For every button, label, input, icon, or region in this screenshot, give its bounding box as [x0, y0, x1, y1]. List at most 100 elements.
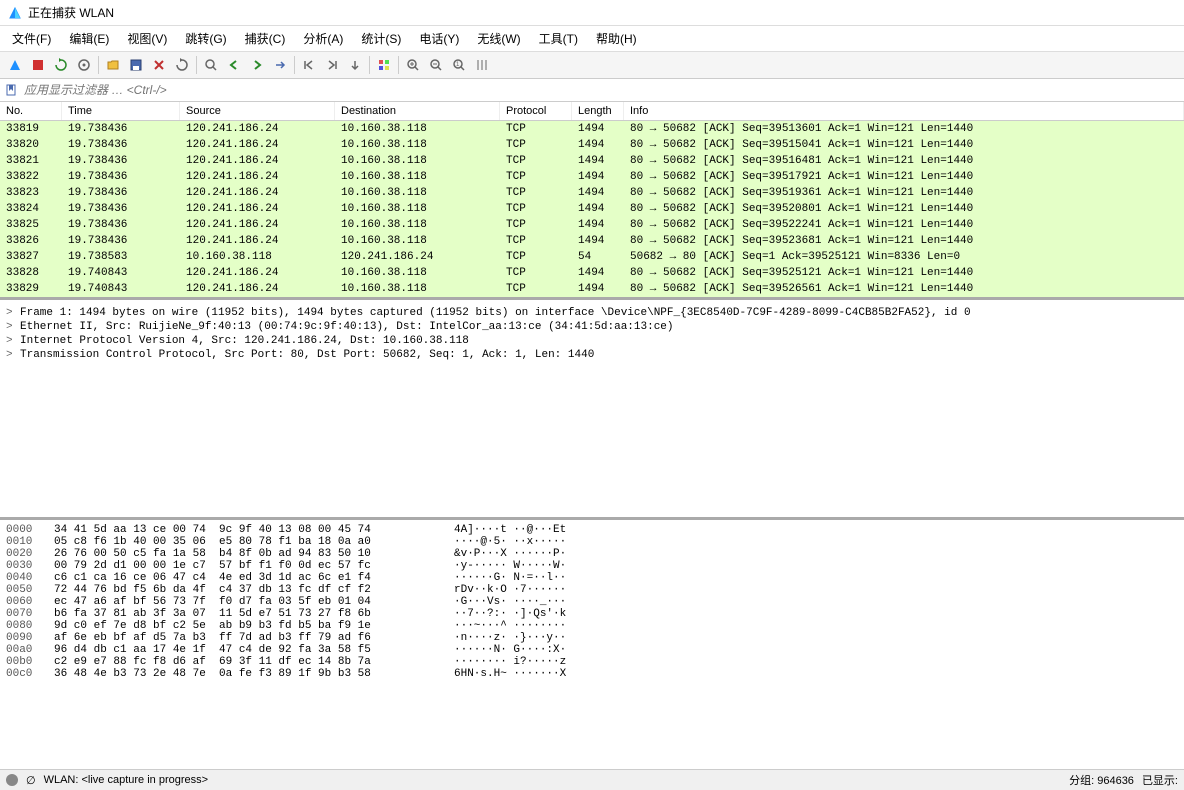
menu-item[interactable]: 无线(W)	[469, 28, 528, 49]
hex-row[interactable]: 000034 41 5d aa 13 ce 00 74 9c 9f 40 13 …	[4, 524, 1180, 536]
expand-icon[interactable]: >	[6, 321, 16, 333]
hex-row[interactable]: 003000 79 2d d1 00 00 1e c7 57 bf f1 f0 …	[4, 560, 1180, 572]
hex-row[interactable]: 00b0c2 e9 e7 88 fc f8 d6 af 69 3f 11 df …	[4, 656, 1180, 668]
menu-item[interactable]: 编辑(E)	[61, 28, 117, 49]
cell-dst: 10.160.38.118	[335, 138, 500, 152]
cell-src: 120.241.186.24	[180, 186, 335, 200]
packet-row[interactable]: 3382919.740843120.241.186.2410.160.38.11…	[0, 281, 1184, 297]
hex-row[interactable]: 00a096 d4 db c1 aa 17 4e 1f 47 c4 de 92 …	[4, 644, 1180, 656]
cell-proto: TCP	[500, 186, 572, 200]
open-file-button[interactable]	[102, 54, 124, 76]
packet-list-body[interactable]: 3381919.738436120.241.186.2410.160.38.11…	[0, 121, 1184, 297]
separator	[398, 56, 399, 74]
menu-item[interactable]: 跳转(G)	[177, 28, 234, 49]
filter-bar	[0, 79, 1184, 102]
col-header-time[interactable]: Time	[62, 102, 180, 120]
auto-scroll-button[interactable]	[344, 54, 366, 76]
status-packets: 分组: 964636	[1069, 772, 1134, 788]
menu-item[interactable]: 工具(T)	[531, 28, 586, 49]
col-header-protocol[interactable]: Protocol	[500, 102, 572, 120]
start-capture-button[interactable]	[4, 54, 26, 76]
go-to-packet-button[interactable]	[269, 54, 291, 76]
close-file-button[interactable]	[148, 54, 170, 76]
detail-text: Transmission Control Protocol, Src Port:…	[20, 349, 594, 361]
hex-offset: 00a0	[6, 644, 54, 656]
packet-row[interactable]: 3382019.738436120.241.186.2410.160.38.11…	[0, 137, 1184, 153]
col-header-info[interactable]: Info	[624, 102, 1184, 120]
hex-row[interactable]: 005072 44 76 bd f5 6b da 4f c4 37 db 13 …	[4, 584, 1180, 596]
hex-row[interactable]: 0040c6 c1 ca 16 ce 06 47 c4 4e ed 3d 1d …	[4, 572, 1180, 584]
hex-ascii: ······N· G····:X·	[454, 644, 1178, 656]
cell-info: 80 → 50682 [ACK] Seq=39516481 Ack=1 Win=…	[624, 154, 1184, 168]
titlebar: 正在捕获 WLAN	[0, 0, 1184, 26]
go-first-button[interactable]	[298, 54, 320, 76]
detail-row[interactable]: > Transmission Control Protocol, Src Port…	[4, 348, 1180, 362]
menu-item[interactable]: 视图(V)	[119, 28, 175, 49]
separator	[196, 56, 197, 74]
hex-row[interactable]: 002026 76 00 50 c5 fa 1a 58 b4 8f 0b ad …	[4, 548, 1180, 560]
cell-len: 1494	[572, 218, 624, 232]
packet-row[interactable]: 3382119.738436120.241.186.2410.160.38.11…	[0, 153, 1184, 169]
hex-row[interactable]: 00809d c0 ef 7e d8 bf c2 5e ab b9 b3 fd …	[4, 620, 1180, 632]
cell-src: 120.241.186.24	[180, 266, 335, 280]
packet-details-pane[interactable]: > Frame 1: 1494 bytes on wire (11952 bits…	[0, 300, 1184, 520]
hex-row[interactable]: 0090af 6e eb bf af d5 7a b3 ff 7d ad b3 …	[4, 632, 1180, 644]
colorize-button[interactable]	[373, 54, 395, 76]
hex-bytes: ec 47 a6 af bf 56 73 7f f0 d7 fa 03 5f e…	[54, 596, 454, 608]
hex-row[interactable]: 0060ec 47 a6 af bf 56 73 7f f0 d7 fa 03 …	[4, 596, 1180, 608]
menu-item[interactable]: 统计(S)	[353, 28, 409, 49]
zoom-in-button[interactable]	[402, 54, 424, 76]
packet-row[interactable]: 3382319.738436120.241.186.2410.160.38.11…	[0, 185, 1184, 201]
zoom-reset-button[interactable]: 1	[448, 54, 470, 76]
go-last-button[interactable]	[321, 54, 343, 76]
menu-item[interactable]: 文件(F)	[4, 28, 59, 49]
packet-row[interactable]: 3382419.738436120.241.186.2410.160.38.11…	[0, 201, 1184, 217]
resize-columns-button[interactable]	[471, 54, 493, 76]
packet-row[interactable]: 3382219.738436120.241.186.2410.160.38.11…	[0, 169, 1184, 185]
status-left: WLAN: <live capture in progress>	[44, 774, 1062, 786]
hex-row[interactable]: 0070b6 fa 37 81 ab 3f 3a 07 11 5d e7 51 …	[4, 608, 1180, 620]
detail-row[interactable]: > Frame 1: 1494 bytes on wire (11952 bits…	[4, 306, 1180, 320]
packet-row[interactable]: 3382619.738436120.241.186.2410.160.38.11…	[0, 233, 1184, 249]
packet-row[interactable]: 3382819.740843120.241.186.2410.160.38.11…	[0, 265, 1184, 281]
cell-dst: 10.160.38.118	[335, 202, 500, 216]
go-forward-button[interactable]	[246, 54, 268, 76]
menu-item[interactable]: 电话(Y)	[411, 28, 467, 49]
cell-info: 80 → 50682 [ACK] Seq=39525121 Ack=1 Win=…	[624, 266, 1184, 280]
hex-bytes: 26 76 00 50 c5 fa 1a 58 b4 8f 0b ad 94 8…	[54, 548, 454, 560]
detail-text: Internet Protocol Version 4, Src: 120.24…	[20, 335, 469, 347]
zoom-out-button[interactable]	[425, 54, 447, 76]
packet-row[interactable]: 3382719.73858310.160.38.118120.241.186.2…	[0, 249, 1184, 265]
col-header-no[interactable]: No.	[0, 102, 62, 120]
detail-text: Frame 1: 1494 bytes on wire (11952 bits)…	[20, 307, 971, 319]
hex-ascii: 4A]····t ··@···Et	[454, 524, 1178, 536]
packet-row[interactable]: 3381919.738436120.241.186.2410.160.38.11…	[0, 121, 1184, 137]
hex-row[interactable]: 001005 c8 f6 1b 40 00 35 06 e5 80 78 f1 …	[4, 536, 1180, 548]
expand-icon[interactable]: >	[6, 335, 16, 347]
detail-row[interactable]: > Internet Protocol Version 4, Src: 120.2…	[4, 334, 1180, 348]
stop-capture-button[interactable]	[27, 54, 49, 76]
expand-icon[interactable]: >	[6, 349, 16, 361]
restart-capture-button[interactable]	[50, 54, 72, 76]
cell-src: 120.241.186.24	[180, 122, 335, 136]
reload-button[interactable]	[171, 54, 193, 76]
expand-icon[interactable]: >	[6, 307, 16, 319]
save-file-button[interactable]	[125, 54, 147, 76]
menu-item[interactable]: 捕获(C)	[237, 28, 294, 49]
col-header-destination[interactable]: Destination	[335, 102, 500, 120]
menu-item[interactable]: 分析(A)	[295, 28, 351, 49]
col-header-length[interactable]: Length	[572, 102, 624, 120]
display-filter-input[interactable]	[22, 81, 1180, 99]
col-header-source[interactable]: Source	[180, 102, 335, 120]
capture-options-button[interactable]	[73, 54, 95, 76]
menu-item[interactable]: 帮助(H)	[588, 28, 645, 49]
expert-info-icon[interactable]	[6, 774, 18, 786]
detail-row[interactable]: >Ethernet II, Src: RuijieNe_9f:40:13 (00…	[4, 320, 1180, 334]
hex-row[interactable]: 00c036 48 4e b3 73 2e 48 7e 0a fe f3 89 …	[4, 668, 1180, 680]
packet-row[interactable]: 3382519.738436120.241.186.2410.160.38.11…	[0, 217, 1184, 233]
find-button[interactable]	[200, 54, 222, 76]
packet-bytes-pane[interactable]: 000034 41 5d aa 13 ce 00 74 9c 9f 40 13 …	[0, 520, 1184, 769]
cell-proto: TCP	[500, 170, 572, 184]
go-back-button[interactable]	[223, 54, 245, 76]
bookmark-icon[interactable]	[4, 83, 18, 97]
